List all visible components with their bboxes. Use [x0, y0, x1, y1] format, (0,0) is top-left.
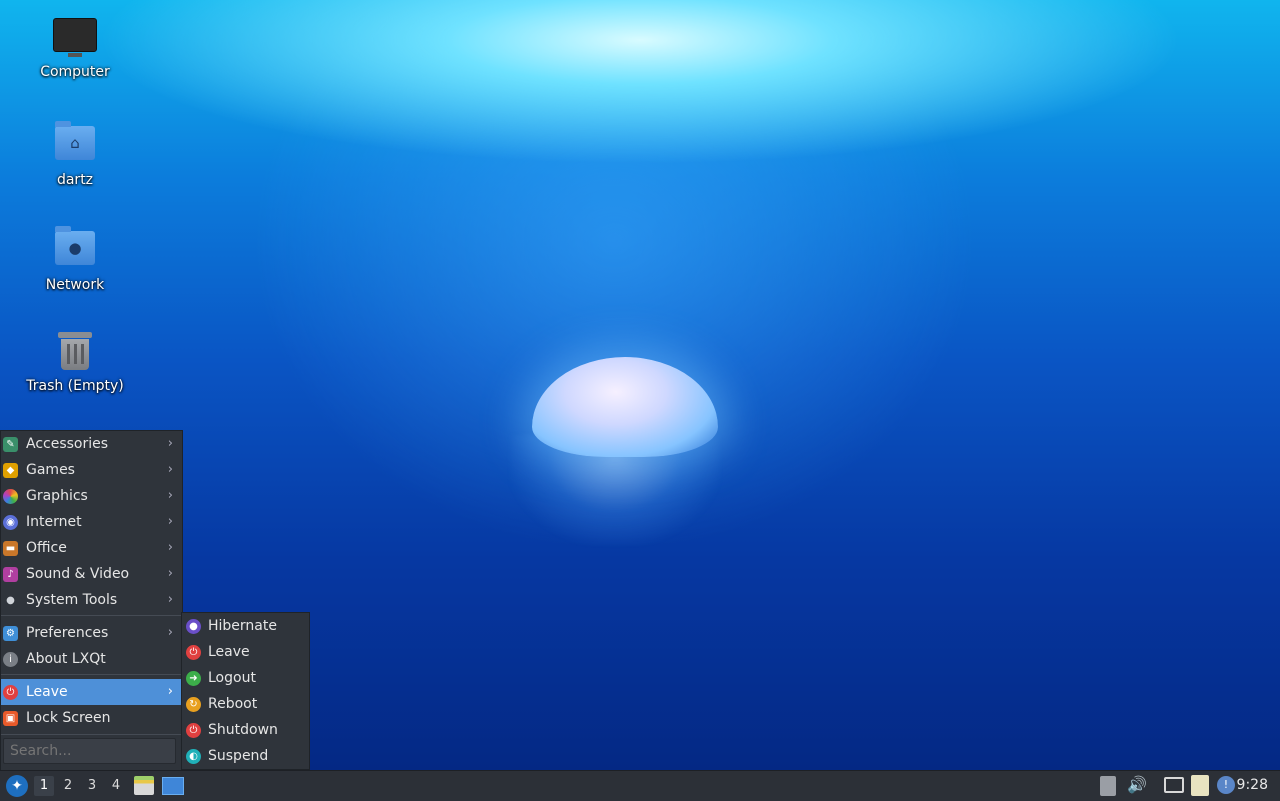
application-menu: ✎ Accessories › ◆ Games › Graphics › ◉ I… — [0, 430, 183, 772]
workspace-4[interactable]: 4 — [106, 776, 126, 796]
show-desktop-icon[interactable] — [162, 777, 184, 795]
workspace-1[interactable]: 1 — [34, 776, 54, 796]
preferences-icon: ⚙ — [3, 626, 18, 641]
chevron-right-icon: › — [167, 488, 173, 503]
desktop-icon-home[interactable]: ⌂ dartz — [20, 121, 130, 188]
games-icon: ◆ — [3, 463, 18, 478]
network-folder-icon: ● — [53, 226, 97, 271]
notification-icon[interactable]: ! — [1217, 776, 1235, 794]
submenu-item-suspend[interactable]: ◐ Suspend — [182, 743, 309, 769]
workspace-3[interactable]: 3 — [82, 776, 102, 796]
submenu-item-leave[interactable]: ⏻ Leave — [182, 639, 309, 665]
computer-icon — [53, 18, 97, 58]
about-icon: i — [3, 652, 18, 667]
leave-icon: ⏻ — [186, 645, 201, 660]
logout-icon: ➜ — [186, 671, 201, 686]
submenu-item-reboot[interactable]: ↻ Reboot — [182, 691, 309, 717]
system-tools-icon: ● — [3, 593, 18, 608]
submenu-item-hibernate[interactable]: ● Hibernate — [182, 613, 309, 639]
wallpaper-jellyfish — [470, 355, 730, 545]
home-folder-icon: ⌂ — [53, 121, 97, 166]
chevron-right-icon: › — [167, 462, 173, 477]
lock-icon: ▣ — [3, 711, 18, 726]
menu-item-about-lxqt[interactable]: i About LXQt — [1, 646, 182, 672]
chevron-right-icon: › — [167, 684, 173, 699]
internet-icon: ◉ — [3, 515, 18, 530]
reboot-icon: ↻ — [186, 697, 201, 712]
submenu-item-shutdown[interactable]: ⏻ Shutdown — [182, 717, 309, 743]
menu-item-office[interactable]: ▬ Office › — [1, 535, 182, 561]
volume-icon[interactable]: 🔊 — [1127, 775, 1147, 794]
desktop-icon-computer[interactable]: Computer — [20, 18, 130, 80]
eject-icon[interactable] — [1100, 776, 1116, 796]
chevron-right-icon: › — [167, 625, 173, 640]
chevron-right-icon: › — [167, 592, 173, 607]
network-status-icon[interactable] — [1164, 777, 1184, 793]
menu-separator — [1, 734, 182, 735]
menu-item-leave[interactable]: ⏻ Leave › — [1, 679, 182, 705]
suspend-icon: ◐ — [186, 749, 201, 764]
menu-separator — [1, 615, 182, 616]
workspace-2[interactable]: 2 — [58, 776, 78, 796]
file-manager-icon[interactable] — [134, 776, 154, 795]
clipboard-icon[interactable] — [1191, 775, 1209, 796]
chevron-right-icon: › — [167, 566, 173, 581]
menu-item-preferences[interactable]: ⚙ Preferences › — [1, 620, 182, 646]
office-icon: ▬ — [3, 541, 18, 556]
trash-icon — [53, 332, 97, 372]
accessories-icon: ✎ — [3, 437, 18, 452]
start-menu-button[interactable]: ✦ — [6, 775, 28, 797]
menu-search-input[interactable] — [3, 738, 176, 764]
menu-item-games[interactable]: ◆ Games › — [1, 457, 182, 483]
shutdown-icon: ⏻ — [186, 723, 201, 738]
menu-item-graphics[interactable]: Graphics › — [1, 483, 182, 509]
leave-icon: ⏻ — [3, 685, 18, 700]
desktop-icon-label: Network — [45, 277, 105, 293]
clock[interactable]: 9:28 — [1237, 777, 1268, 793]
hibernate-icon: ● — [186, 619, 201, 634]
menu-item-accessories[interactable]: ✎ Accessories › — [1, 431, 182, 457]
jellyfish-bell — [532, 357, 718, 457]
sound-video-icon: ♪ — [3, 567, 18, 582]
chevron-right-icon: › — [167, 514, 173, 529]
desktop-icon-label: Computer — [40, 64, 110, 80]
menu-item-sound-video[interactable]: ♪ Sound & Video › — [1, 561, 182, 587]
leave-submenu: ● Hibernate ⏻ Leave ➜ Logout ↻ Reboot ⏻ … — [181, 612, 310, 770]
menu-item-system-tools[interactable]: ● System Tools › — [1, 587, 182, 613]
menu-item-internet[interactable]: ◉ Internet › — [1, 509, 182, 535]
taskbar: ✦ 1 2 3 4 🔊 ! 9:28 — [0, 770, 1280, 801]
desktop-icon-trash[interactable]: Trash (Empty) — [20, 332, 130, 394]
menu-separator — [1, 674, 182, 675]
chevron-right-icon: › — [167, 436, 173, 451]
desktop-icon-network[interactable]: ● Network — [20, 226, 130, 293]
chevron-right-icon: › — [167, 540, 173, 555]
desktop-icon-label: dartz — [56, 172, 94, 188]
desktop-icon-label: Trash (Empty) — [26, 378, 124, 394]
submenu-item-logout[interactable]: ➜ Logout — [182, 665, 309, 691]
menu-item-lock-screen[interactable]: ▣ Lock Screen — [1, 705, 182, 731]
graphics-icon — [3, 489, 18, 504]
